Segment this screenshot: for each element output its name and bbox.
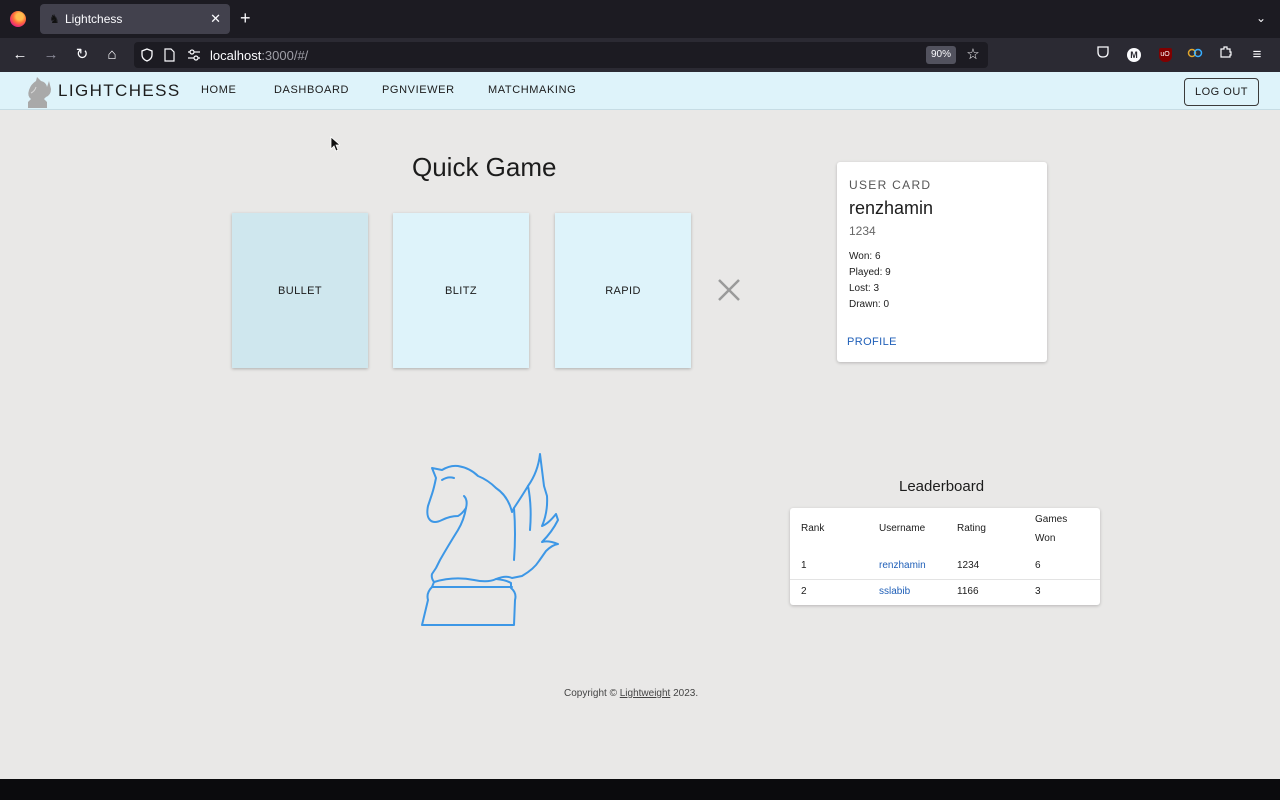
leaderboard-table: Rank Username Rating Games Won 1 renzham… — [790, 508, 1100, 605]
shield-icon[interactable] — [140, 48, 154, 62]
address-bar[interactable]: localhost:3000/#/ 90% ☆ — [134, 42, 988, 68]
cancel-search-icon[interactable] — [716, 277, 742, 303]
row2-rank: 2 — [801, 586, 807, 597]
ublock-icon[interactable]: uO — [1155, 45, 1175, 65]
leaderboard-title: Leaderboard — [899, 478, 985, 495]
user-card-heading: USER CARD — [849, 178, 932, 192]
app-header: LIGHTCHESS HOME DASHBOARD PGNVIEWER MATC… — [0, 72, 1280, 110]
row2-games-won: 3 — [1035, 586, 1041, 597]
user-card-username: renzhamin — [849, 198, 934, 218]
browser-tab-strip: ♞ Lightchess ✕ + ⌄ — [0, 0, 1280, 38]
row1-games-won: 6 — [1035, 560, 1041, 571]
browser-toolbar: ← → ↻ ⌂ localhost:3000/#/ 90% ☆ M uO ≡ — [0, 38, 1280, 72]
nav-home[interactable]: HOME — [201, 84, 236, 96]
container-icon[interactable] — [1185, 45, 1205, 65]
account-icon[interactable]: M — [1124, 45, 1144, 65]
back-icon[interactable]: ← — [10, 45, 30, 65]
extensions-icon[interactable] — [1216, 45, 1236, 65]
footer-prefix: Copyright © — [564, 688, 620, 699]
bullet-mode-card[interactable]: BULLET — [232, 213, 368, 368]
row-divider — [790, 579, 1100, 580]
bookmark-star-icon[interactable]: ☆ — [963, 45, 983, 65]
close-tab-icon[interactable]: ✕ — [210, 11, 221, 27]
footer-lightweight-link[interactable]: Lightweight — [620, 688, 671, 699]
row1-rating: 1234 — [957, 560, 980, 571]
pocket-icon[interactable] — [1093, 45, 1113, 65]
quick-game-title: Quick Game — [412, 152, 557, 182]
stat-played: Played: 9 — [849, 267, 891, 278]
header-games: Games — [1035, 514, 1068, 525]
knight-logo-icon[interactable] — [22, 75, 54, 109]
row2-rating: 1166 — [957, 586, 979, 597]
footer-copyright: Copyright © Lightweight 2023. — [564, 688, 698, 699]
url-host: localhost — [210, 48, 262, 63]
nav-dashboard[interactable]: DASHBOARD — [274, 84, 349, 96]
profile-link[interactable]: PROFILE — [847, 336, 897, 348]
header-rating: Rating — [957, 523, 986, 534]
list-tabs-chevron-icon[interactable]: ⌄ — [1256, 11, 1266, 25]
header-rank: Rank — [801, 523, 825, 534]
home-icon[interactable]: ⌂ — [102, 45, 122, 65]
knight-favicon-icon: ♞ — [49, 12, 60, 26]
zoom-level-badge[interactable]: 90% — [926, 46, 956, 64]
stat-drawn: Drawn: 0 — [849, 299, 890, 310]
tab-title: Lightchess — [65, 12, 123, 26]
url-path: :3000/#/ — [261, 48, 309, 63]
blitz-mode-card[interactable]: BLITZ — [393, 213, 529, 368]
browser-tab[interactable]: ♞ Lightchess ✕ — [40, 4, 230, 34]
permissions-icon[interactable] — [187, 49, 201, 61]
row2-username-link[interactable]: sslabib — [879, 586, 910, 597]
forward-icon[interactable]: → — [41, 45, 61, 65]
header-won: Won — [1035, 533, 1056, 544]
row1-rank: 1 — [801, 560, 807, 571]
user-card-rating: 1234 — [849, 224, 876, 238]
page-icon[interactable] — [163, 48, 175, 62]
rapid-mode-card[interactable]: RAPID — [555, 213, 691, 368]
menu-icon[interactable]: ≡ — [1247, 45, 1267, 65]
new-tab-icon[interactable]: + — [240, 9, 251, 27]
nav-matchmaking[interactable]: MATCHMAKING — [488, 84, 576, 96]
user-card: USER CARD renzhamin 1234 Won: 6 Played: … — [837, 162, 1047, 362]
stat-won: Won: 6 — [849, 251, 881, 262]
brand-name[interactable]: LIGHTCHESS — [58, 81, 181, 101]
header-username: Username — [879, 523, 926, 534]
logout-button[interactable]: LOG OUT — [1184, 78, 1259, 106]
mouse-cursor-icon — [330, 136, 340, 152]
url-text[interactable]: localhost:3000/#/ — [210, 48, 308, 63]
row1-username-link[interactable]: renzhamin — [879, 560, 926, 571]
footer-suffix: 2023. — [670, 688, 699, 699]
screen-bottom-strip — [0, 779, 1280, 800]
knight-illustration-icon — [421, 453, 559, 626]
nav-pgnviewer[interactable]: PGNVIEWER — [382, 84, 455, 96]
stat-lost: Lost: 3 — [849, 283, 880, 294]
page-viewport: LIGHTCHESS HOME DASHBOARD PGNVIEWER MATC… — [0, 72, 1280, 779]
reload-icon[interactable]: ↻ — [72, 45, 92, 65]
firefox-logo-icon[interactable] — [10, 11, 26, 27]
